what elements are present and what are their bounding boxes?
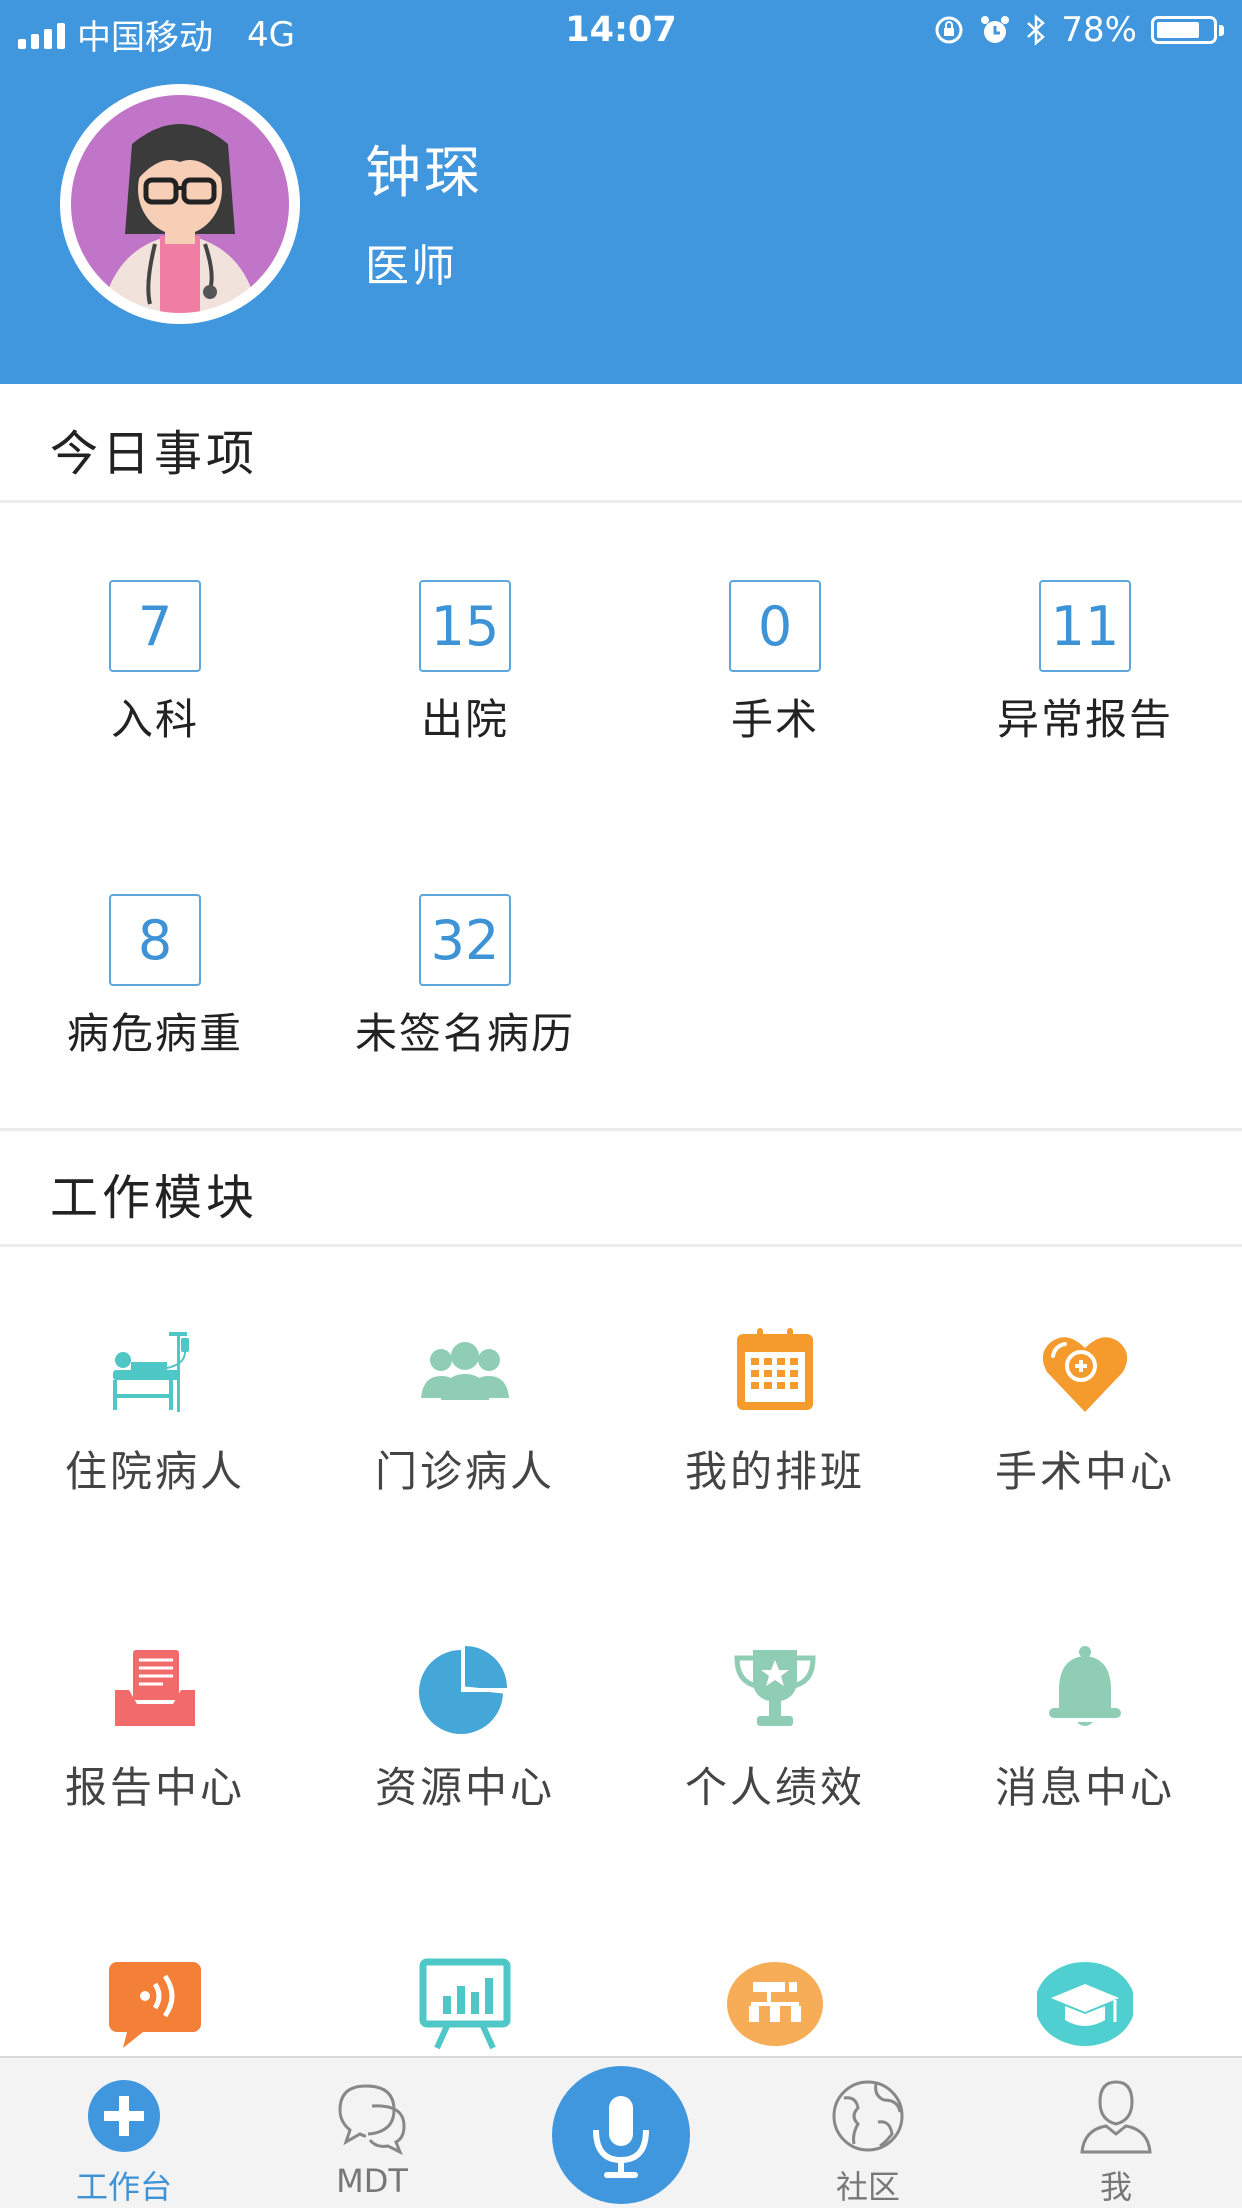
stat-label: 入科 — [110, 695, 199, 744]
stat-count: 0 — [729, 580, 821, 672]
report-tray-icon — [115, 1650, 195, 1726]
module-presentation[interactable] — [310, 1956, 620, 2056]
speech-bubble-icon — [109, 1962, 201, 2048]
module-performance[interactable]: 个人绩效 — [620, 1640, 930, 1815]
user-role: 医师 — [365, 241, 457, 292]
inpatient-bed-icon — [113, 1332, 189, 1412]
calendar-icon — [737, 1328, 813, 1410]
module-label: 门诊病人 — [374, 1447, 555, 1496]
stat-count: 7 — [109, 580, 201, 672]
module-message-center[interactable]: 消息中心 — [930, 1640, 1240, 1815]
battery-icon — [1151, 16, 1224, 44]
stat-label: 出院 — [420, 695, 509, 744]
module-schedule[interactable]: 我的排班 — [620, 1324, 930, 1499]
tab-label: 工作台 — [75, 2168, 172, 2206]
stat-unsigned-records[interactable]: 32 未签名病历 — [310, 894, 620, 1061]
modules-section-title: 工作模块 — [50, 1170, 259, 1226]
tab-me[interactable]: 我 — [1016, 2058, 1216, 2210]
outpatient-group-icon — [421, 1342, 509, 1400]
bell-icon — [1049, 1646, 1121, 1726]
tab-label: 我 — [1099, 2168, 1132, 2206]
stat-admission[interactable]: 7 入科 — [0, 580, 310, 747]
stat-label: 异常报告 — [996, 695, 1173, 744]
module-label: 住院病人 — [64, 1447, 245, 1496]
module-label: 报告中心 — [64, 1763, 245, 1812]
org-chart-icon — [727, 1962, 823, 2046]
stat-count: 32 — [419, 894, 511, 986]
module-report-center[interactable]: 报告中心 — [0, 1640, 310, 1815]
module-education[interactable] — [930, 1956, 1240, 2056]
pie-chart-icon — [419, 1646, 507, 1734]
graduation-cap-icon — [1035, 1962, 1135, 2046]
tab-community[interactable]: 社区 — [768, 2058, 968, 2210]
module-label: 我的排班 — [684, 1447, 865, 1496]
person-icon — [1080, 2080, 1152, 2154]
tab-mdt[interactable]: MDT — [272, 2058, 472, 2210]
stat-critical[interactable]: 8 病危病重 — [0, 894, 310, 1061]
tab-label: 社区 — [835, 2168, 900, 2206]
doctor-avatar-icon — [61, 85, 299, 323]
module-label: 消息中心 — [994, 1763, 1175, 1812]
module-organization[interactable] — [620, 1956, 930, 2056]
module-surgery-center[interactable]: 手术中心 — [930, 1324, 1240, 1499]
alarm-icon — [981, 16, 1010, 43]
module-outpatients[interactable]: 门诊病人 — [310, 1324, 620, 1499]
stat-surgery[interactable]: 0 手术 — [620, 580, 930, 747]
bluetooth-icon — [1027, 14, 1046, 46]
user-name: 钟琛 — [365, 141, 483, 206]
module-label: 手术中心 — [994, 1447, 1175, 1496]
rotation-lock-icon — [935, 16, 963, 44]
module-label: 资源中心 — [374, 1763, 555, 1812]
stat-discharge[interactable]: 15 出院 — [310, 580, 620, 747]
module-inpatients[interactable]: 住院病人 — [0, 1324, 310, 1499]
divider — [0, 500, 1242, 503]
stat-label: 手术 — [730, 695, 819, 744]
battery-percent: 78% — [1061, 10, 1137, 50]
globe-icon — [832, 2080, 904, 2152]
profile-header: 中国移动 4G 14:07 78% 钟琛 医师 — [0, 0, 1242, 384]
module-resource-center[interactable]: 资源中心 — [310, 1640, 620, 1815]
avatar[interactable] — [60, 84, 300, 324]
status-bar: 中国移动 4G 14:07 78% — [0, 0, 1242, 60]
stat-label: 病危病重 — [66, 1009, 243, 1058]
presentation-chart-icon — [419, 1958, 511, 2050]
stat-count: 8 — [109, 894, 201, 986]
microphone-icon — [593, 2096, 649, 2178]
heart-plus-icon — [1042, 1337, 1128, 1412]
stat-count: 11 — [1039, 580, 1131, 672]
tab-label: MDT — [336, 2162, 408, 2200]
chat-bubbles-icon — [338, 2084, 406, 2156]
module-broadcast[interactable] — [0, 1956, 310, 2056]
stat-label: 未签名病历 — [354, 1009, 575, 1058]
plus-circle-icon — [88, 2080, 160, 2152]
stat-count: 15 — [419, 580, 511, 672]
divider — [0, 1128, 1242, 1131]
tab-workbench[interactable]: 工作台 — [24, 2058, 224, 2210]
module-label: 个人绩效 — [684, 1763, 865, 1812]
trophy-icon — [734, 1650, 816, 1726]
voice-input-button[interactable] — [552, 2066, 690, 2204]
divider — [0, 1244, 1242, 1247]
stat-abnormal-report[interactable]: 11 异常报告 — [930, 580, 1240, 747]
today-section-title: 今日事项 — [50, 426, 259, 482]
